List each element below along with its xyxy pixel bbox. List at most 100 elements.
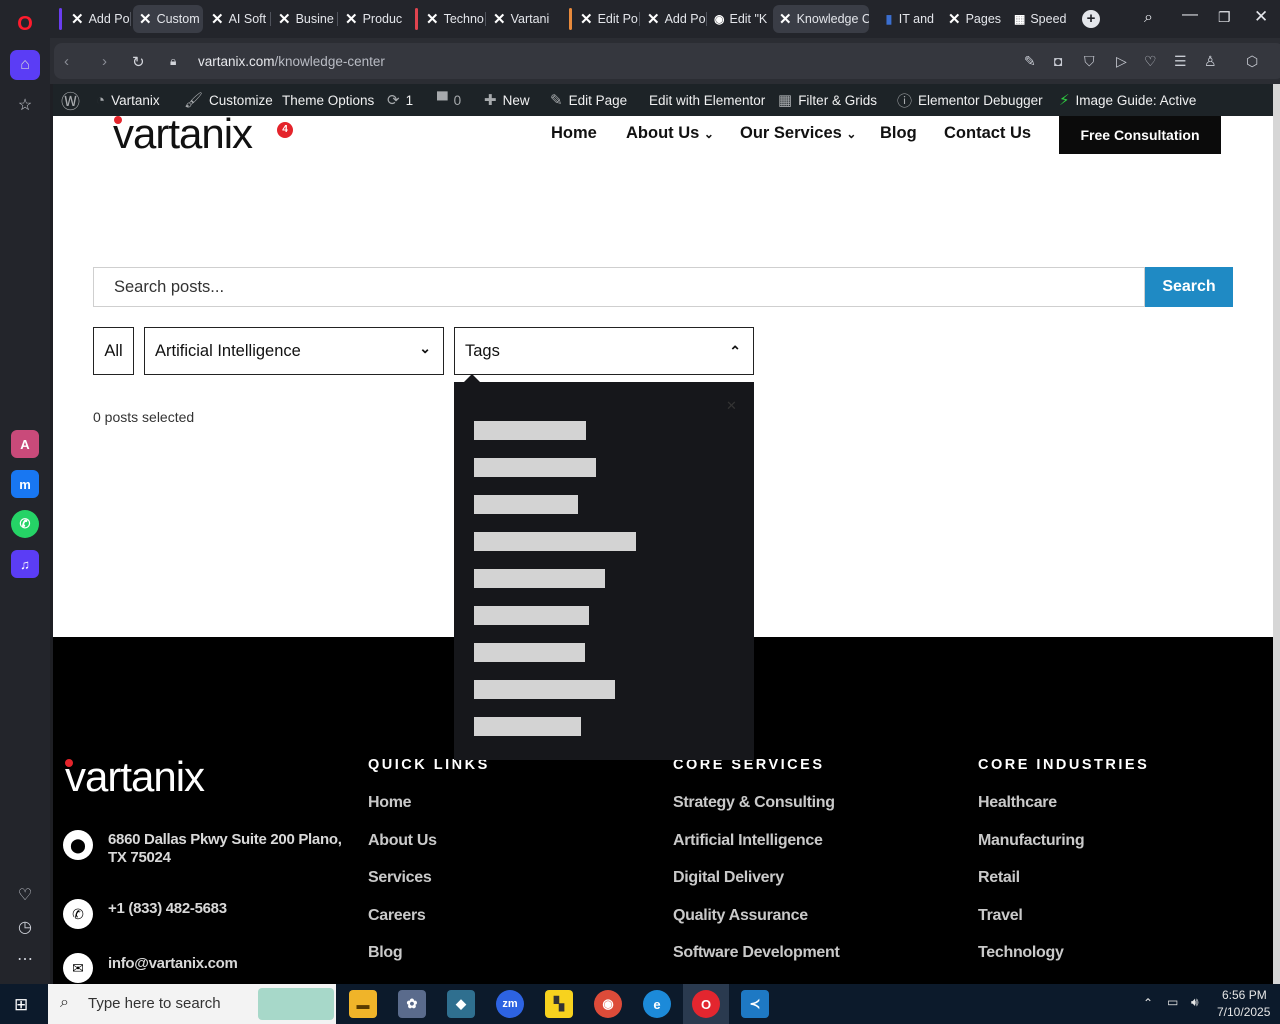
- tab[interactable]: ✕ Add Po: [65, 5, 131, 33]
- opera-taskbar-icon[interactable]: O: [692, 990, 720, 1018]
- search-input[interactable]: Search posts...: [93, 267, 1145, 307]
- back-icon[interactable]: ‹: [64, 53, 69, 70]
- category-select[interactable]: Artificial Intelligence ⌄: [144, 327, 444, 375]
- easy-setup-icon[interactable]: ☰: [1174, 53, 1187, 70]
- close-dropdown-icon[interactable]: ✕: [726, 398, 737, 414]
- tag-option[interactable]: [474, 458, 596, 477]
- opera-logo-icon[interactable]: O: [10, 9, 40, 39]
- wp-theme-options[interactable]: Theme Options: [282, 84, 374, 116]
- page-scrollbar[interactable]: [1273, 84, 1280, 984]
- tag-option[interactable]: [474, 495, 578, 514]
- camera-icon[interactable]: ◘: [1054, 53, 1062, 69]
- wp-new[interactable]: ✚ New: [484, 84, 530, 116]
- wp-elementor-debugger[interactable]: ⓘ Elementor Debugger: [897, 84, 1043, 116]
- tab[interactable]: ✕ Custom: [133, 5, 203, 33]
- tag-option[interactable]: [474, 532, 636, 551]
- tab[interactable]: ✕ Add Po: [641, 5, 707, 33]
- footer-link-qa[interactable]: Quality Assurance: [673, 907, 808, 925]
- file-explorer-icon[interactable]: ▬: [349, 990, 377, 1018]
- close-window-icon[interactable]: ✕: [1254, 7, 1268, 27]
- wp-logo[interactable]: Ⓦ: [61, 84, 80, 116]
- nav-contact-us[interactable]: Contact Us: [944, 124, 1031, 143]
- windows-start-icon[interactable]: ⊞: [14, 995, 28, 1015]
- site-logo[interactable]: vartanix: [113, 110, 253, 158]
- taskbar-search[interactable]: ⌕ Type here to search: [48, 984, 336, 1024]
- wp-edit-page[interactable]: ✎ Edit Page: [550, 84, 627, 116]
- extensions-icon[interactable]: ⬡: [1246, 53, 1258, 70]
- wp-edit-elementor[interactable]: Edit with Elementor: [649, 84, 765, 116]
- address-bar[interactable]: ‹ › ↻ 🔒︎ vartanix.com/knowledge-center ✎…: [54, 43, 1280, 79]
- vscode-icon[interactable]: ≺: [741, 990, 769, 1018]
- tab[interactable]: ✕ Pages: [942, 5, 1006, 33]
- pinboard-icon[interactable]: ☆: [10, 90, 40, 120]
- adblock-shield-icon[interactable]: ⛉: [1084, 53, 1095, 70]
- sticky-notes-icon[interactable]: ▚: [545, 990, 573, 1018]
- footer-link-careers[interactable]: Careers: [368, 907, 426, 925]
- forward-icon[interactable]: ›: [102, 53, 107, 70]
- app-icon[interactable]: ◆: [447, 990, 475, 1018]
- tag-option[interactable]: [474, 643, 585, 662]
- favorites-icon[interactable]: ♡: [10, 880, 40, 910]
- footer-link-technology[interactable]: Technology: [978, 944, 1064, 962]
- tab[interactable]: ▦ Speed: [1008, 5, 1070, 33]
- nav-blog[interactable]: Blog: [880, 124, 917, 143]
- footer-link-manufacturing[interactable]: Manufacturing: [978, 832, 1085, 850]
- profile-icon[interactable]: ♙: [1204, 53, 1217, 70]
- tab[interactable]: ✕ AI Soft: [205, 5, 271, 33]
- tag-option[interactable]: [474, 717, 581, 736]
- footer-link-software-dev[interactable]: Software Development: [673, 944, 840, 962]
- tab[interactable]: ✕ Techno: [420, 5, 486, 33]
- tag-option[interactable]: [474, 606, 589, 625]
- tab[interactable]: ✕ Edit Po: [574, 5, 640, 33]
- whatsapp-icon[interactable]: ✆: [11, 510, 39, 538]
- tray-chevron-icon[interactable]: ⌃: [1143, 996, 1153, 1010]
- free-consultation-button[interactable]: Free Consultation: [1059, 116, 1221, 154]
- footer-link-digital-delivery[interactable]: Digital Delivery: [673, 869, 784, 887]
- messenger-icon[interactable]: m: [11, 470, 39, 498]
- edge-icon[interactable]: e: [643, 990, 671, 1018]
- more-icon[interactable]: ⋯: [10, 944, 40, 974]
- tab-search-icon[interactable]: ⌕: [1144, 9, 1153, 27]
- footer-link-healthcare[interactable]: Healthcare: [978, 794, 1057, 812]
- new-tab-icon[interactable]: +: [1082, 10, 1100, 28]
- tab[interactable]: ▮ IT and: [878, 5, 940, 33]
- tab[interactable]: ◉ Edit "K: [708, 5, 772, 33]
- restore-icon[interactable]: ❐: [1218, 9, 1231, 26]
- footer-logo[interactable]: vartanix: [65, 753, 205, 801]
- tag-option[interactable]: [474, 421, 586, 440]
- heart-icon[interactable]: ♡: [1144, 53, 1157, 70]
- clock-date[interactable]: 7/10/2025: [1217, 1005, 1270, 1019]
- clock-time[interactable]: 6:56 PM: [1222, 988, 1267, 1002]
- paint-app-icon[interactable]: ✿: [398, 990, 426, 1018]
- search-button[interactable]: Search: [1145, 267, 1233, 307]
- tab-active[interactable]: ✕ Knowledge C: [773, 5, 869, 33]
- tag-option[interactable]: [474, 569, 605, 588]
- tab[interactable]: ✕ Busine: [272, 5, 338, 33]
- aria-app-icon[interactable]: A: [11, 430, 39, 458]
- reload-icon[interactable]: ↻: [132, 53, 145, 71]
- edit-icon[interactable]: ✎: [1024, 53, 1036, 70]
- nav-home[interactable]: Home: [551, 124, 597, 143]
- network-icon[interactable]: ▭: [1167, 995, 1178, 1009]
- send-icon[interactable]: ▷: [1116, 53, 1127, 70]
- volume-icon[interactable]: 🔊︎: [1191, 995, 1199, 1010]
- nav-about-us[interactable]: About Us ⌄: [626, 124, 714, 143]
- wp-filter-grids[interactable]: ▦ Filter & Grids: [778, 84, 877, 116]
- wp-comments[interactable]: ▀ 0: [437, 84, 461, 116]
- history-icon[interactable]: ◷: [10, 912, 40, 942]
- footer-link-ai[interactable]: Artificial Intelligence: [673, 832, 823, 850]
- url-field[interactable]: vartanix.com/knowledge-center: [198, 54, 385, 69]
- tags-select[interactable]: Tags ⌃: [454, 327, 754, 375]
- footer-link-travel[interactable]: Travel: [978, 907, 1023, 925]
- music-player-icon[interactable]: ♫: [11, 550, 39, 578]
- tag-option[interactable]: [474, 680, 615, 699]
- wp-image-guide[interactable]: ⚡︎ Image Guide: Active: [1059, 84, 1196, 116]
- wp-updates[interactable]: ⟳ 1: [387, 84, 413, 116]
- footer-link-blog[interactable]: Blog: [368, 944, 403, 962]
- footer-link-strategy[interactable]: Strategy & Consulting: [673, 794, 835, 812]
- home-icon[interactable]: ⌂: [10, 50, 40, 80]
- chrome-icon[interactable]: ◉: [594, 990, 622, 1018]
- footer-link-services[interactable]: Services: [368, 869, 432, 887]
- filter-all-button[interactable]: All: [93, 327, 134, 375]
- zoom-icon[interactable]: zm: [496, 990, 524, 1018]
